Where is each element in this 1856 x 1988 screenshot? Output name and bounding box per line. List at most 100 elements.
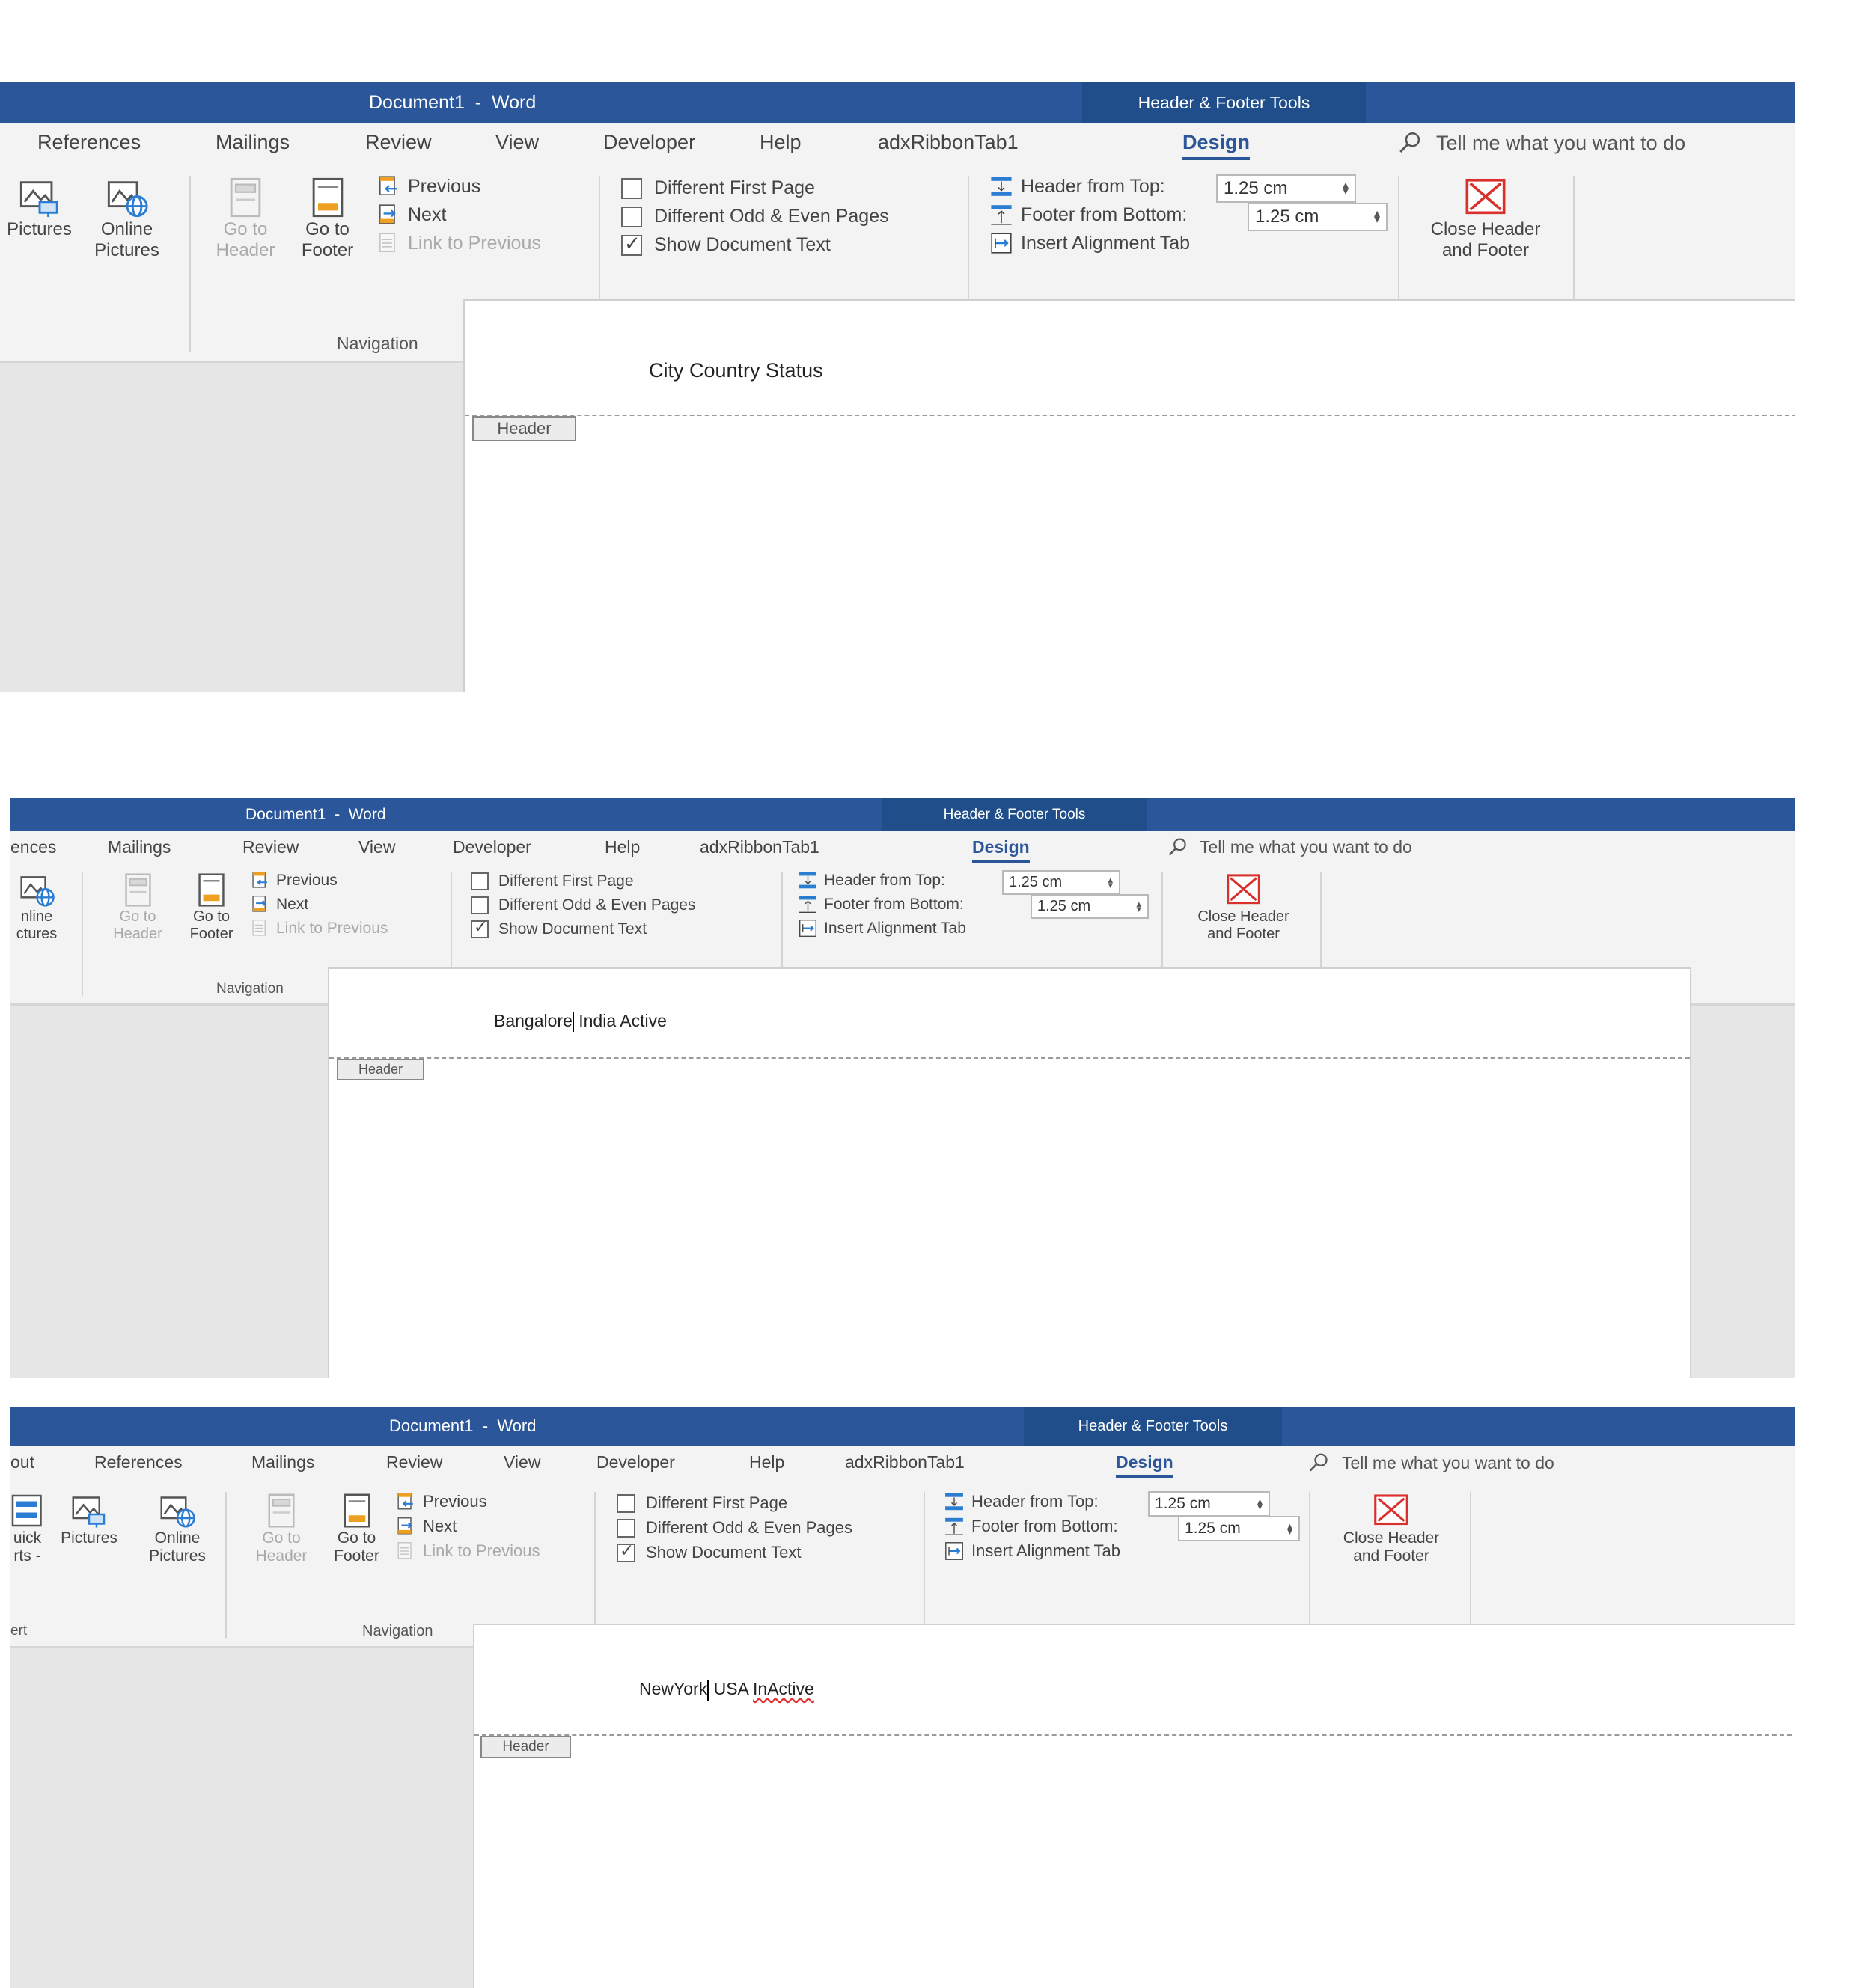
go-to-footer-button[interactable]: Go to Footer [172,872,251,943]
footer-from-bottom-value[interactable]: 1.25 cm [1255,207,1319,227]
tab-adxribbontab1[interactable]: adxRibbonTab1 [845,1452,965,1472]
spinner-arrows-icon[interactable]: ▴ ▾ [1374,208,1380,226]
document-page[interactable]: City Country Status Header [463,299,1795,692]
close-header-footer-button[interactable]: Close Header and Footer [1418,176,1553,260]
link-to-previous-button[interactable]: Link to Previous [376,231,541,255]
insert-alignment-tab-button[interactable]: Insert Alignment Tab [798,918,966,938]
tab-review[interactable]: Review [386,1452,442,1472]
insert-alignment-tab-button[interactable]: Insert Alignment Tab [989,231,1190,255]
group-separator [225,1492,227,1638]
link-to-previous-button[interactable]: Link to Previous [395,1541,540,1562]
quick-parts-button[interactable]: uick rts - [10,1492,44,1565]
header-from-top-value[interactable]: 1.25 cm [1155,1495,1211,1513]
tab-adxribbontab1[interactable]: adxRibbonTab1 [878,131,1019,154]
show-document-text-option[interactable]: Show Document Text [471,917,647,938]
header-from-top-spinner[interactable]: 1.25 cm ▴ ▾ [1002,870,1120,895]
tab-view[interactable]: View [358,837,395,857]
previous-button[interactable]: Previous [250,870,338,890]
close-header-footer-button[interactable]: Close Header and Footer [1182,872,1305,943]
tab-view[interactable]: View [504,1452,540,1472]
tab-ences[interactable]: ences [10,837,56,857]
tab-mailings[interactable]: Mailings [216,131,290,154]
different-odd-even-pages-option[interactable]: Different Odd & Even Pages [621,206,889,227]
different-odd-even-pages-checkbox[interactable] [617,1518,635,1538]
next-button[interactable]: Next [395,1516,457,1537]
previous-button[interactable]: Previous [376,174,480,198]
spinner-arrows-icon[interactable]: ▴ ▾ [1257,1496,1263,1511]
tab-help[interactable]: Help [749,1452,784,1472]
document-page[interactable]: NewYork USA InActive Header [473,1624,1795,1988]
tab-developer[interactable]: Developer [603,131,695,154]
header-from-top-spinner[interactable]: 1.25 cm ▴ ▾ [1148,1491,1270,1517]
show-document-text-option[interactable]: Show Document Text [621,232,831,256]
different-odd-even-pages-option[interactable]: Different Odd & Even Pages [617,1518,852,1538]
insert-alignment-tab-button[interactable]: Insert Alignment Tab [944,1541,1120,1562]
go-to-footer-icon [306,176,349,219]
tab-mailings[interactable]: Mailings [108,837,171,857]
tab-help[interactable]: Help [605,837,640,857]
different-odd-even-pages-option[interactable]: Different Odd & Even Pages [471,896,695,914]
tab-view[interactable]: View [495,131,539,154]
online-pictures-button[interactable]: nline ctures [10,872,63,943]
footer-from-bottom-value[interactable]: 1.25 cm [1037,898,1090,915]
next-button[interactable]: Next [376,203,446,227]
tab-design[interactable]: Design [1116,1452,1173,1478]
previous-button[interactable]: Previous [395,1491,487,1512]
link-to-previous-button[interactable]: Link to Previous [250,918,388,938]
header-text[interactable]: Bangalore India Active [494,1011,667,1033]
spinner-arrows-icon[interactable]: ▴ ▾ [1343,180,1349,198]
tab-out[interactable]: out [10,1452,34,1472]
tab-review[interactable]: Review [242,837,299,857]
spinner-arrows-icon[interactable]: ▴ ▾ [1287,1520,1292,1536]
footer-from-bottom-value[interactable]: 1.25 cm [1185,1520,1241,1538]
different-odd-even-pages-checkbox[interactable] [471,896,489,914]
tell-me-search[interactable]: Tell me what you want to do [1307,1452,1554,1474]
tab-adxribbontab1[interactable]: adxRibbonTab1 [700,837,819,857]
tab-developer[interactable]: Developer [453,837,531,857]
show-document-text-checkbox[interactable] [621,232,642,256]
show-document-text-option[interactable]: Show Document Text [617,1541,801,1562]
go-to-header-button[interactable]: Go to Header [244,1492,319,1565]
go-to-header-button[interactable]: Go to Header [100,872,175,943]
pictures-button[interactable]: Pictures [52,1492,126,1547]
show-document-text-checkbox[interactable] [617,1541,635,1562]
header-from-top-value[interactable]: 1.25 cm [1224,178,1287,199]
tell-me-search[interactable]: Tell me what you want to do [1397,130,1685,156]
document-page[interactable]: Bangalore India Active Header [328,967,1691,1378]
different-first-page-option[interactable]: Different First Page [621,177,815,199]
show-document-text-checkbox[interactable] [471,917,489,938]
pictures-button[interactable]: Pictures [4,176,75,240]
tab-design[interactable]: Design [1182,131,1251,160]
go-to-header-button[interactable]: Go to Header [204,176,287,260]
different-first-page-option[interactable]: Different First Page [617,1493,787,1513]
pictures-icon [18,176,61,219]
footer-from-bottom-spinner[interactable]: 1.25 cm ▴ ▾ [1031,894,1149,919]
online-pictures-button[interactable]: Online Pictures [84,176,170,260]
go-to-footer-button[interactable]: Go to Footer [284,176,370,260]
close-header-footer-button[interactable]: Close Header and Footer [1328,1492,1455,1565]
tab-developer[interactable]: Developer [596,1452,675,1472]
tab-review[interactable]: Review [365,131,432,154]
tab-help[interactable]: Help [760,131,802,154]
tab-design[interactable]: Design [972,837,1030,863]
go-to-footer-button[interactable]: Go to Footer [317,1492,396,1565]
spinner-arrows-icon[interactable]: ▴ ▾ [1108,875,1113,890]
next-button[interactable]: Next [250,894,308,914]
online-pictures-button[interactable]: Online Pictures [136,1492,219,1565]
tab-references[interactable]: References [37,131,141,154]
different-first-page-checkbox[interactable] [471,872,489,890]
header-text[interactable]: NewYork USA InActive [639,1679,814,1701]
different-first-page-checkbox[interactable] [621,177,642,199]
spinner-arrows-icon[interactable]: ▴ ▾ [1136,899,1141,914]
header-from-top-value[interactable]: 1.25 cm [1009,874,1062,891]
tab-mailings[interactable]: Mailings [251,1452,314,1472]
tab-references[interactable]: References [94,1452,183,1472]
header-from-top-spinner[interactable]: 1.25 cm ▴ ▾ [1216,174,1356,203]
footer-from-bottom-spinner[interactable]: 1.25 cm ▴ ▾ [1248,203,1388,231]
tell-me-search[interactable]: Tell me what you want to do [1167,837,1412,858]
different-odd-even-pages-checkbox[interactable] [621,206,642,227]
footer-from-bottom-spinner[interactable]: 1.25 cm ▴ ▾ [1178,1516,1300,1541]
header-text[interactable]: City Country Status [649,359,823,382]
different-first-page-option[interactable]: Different First Page [471,872,634,890]
different-first-page-checkbox[interactable] [617,1493,635,1513]
